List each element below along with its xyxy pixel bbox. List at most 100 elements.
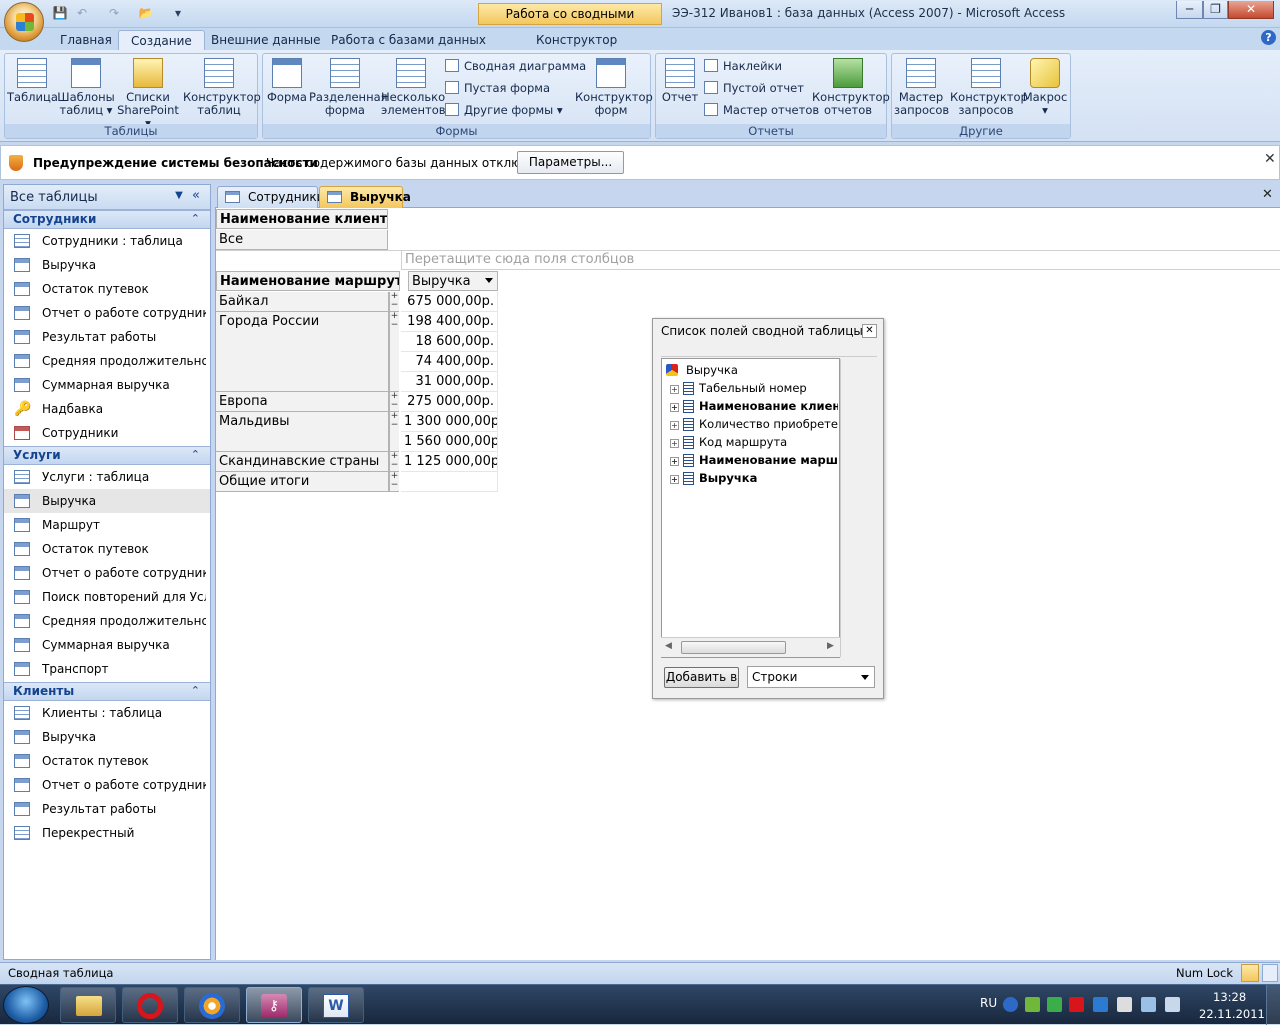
nav-item[interactable]: Поиск повторений для Услуги [4,585,210,609]
form-button[interactable]: Форма [265,56,309,104]
pivot-row-label[interactable]: Скандинавские страны [216,452,389,472]
nav-item[interactable]: Перекрестный [4,821,210,845]
nav-item[interactable]: Сотрудники : таблица [4,229,210,253]
language-indicator[interactable]: RU [980,996,997,1010]
nav-item[interactable]: Выручка [4,489,210,513]
security-bar-close-icon[interactable]: ✕ [1264,151,1276,167]
nav-item[interactable]: Средняя продолжительност... [4,349,210,373]
office-button[interactable] [4,2,44,42]
nav-item[interactable]: Транспорт [4,657,210,681]
nav-item[interactable]: Суммарная выручка [4,633,210,657]
word-taskbar-button[interactable]: W [308,987,364,1023]
power-tray-icon[interactable] [1141,997,1156,1012]
expand-collapse-icon[interactable]: + − [389,412,399,452]
blank-report-button[interactable]: Пустой отчет [704,78,804,98]
antivirus-tray-icon[interactable] [1069,997,1084,1012]
pivot-value-cell[interactable]: 275 000,00р. [401,392,498,412]
pivot-value-cell[interactable]: 198 400,00р. [401,312,498,332]
pivot-value-cell[interactable]: 675 000,00р. [401,292,498,312]
nav-item[interactable]: Отчет о работе сотрудника [4,773,210,797]
redo-icon[interactable]: ↷ [106,5,122,21]
data-field-header[interactable]: Выручка [408,271,498,291]
keyboard-tray-icon[interactable] [1025,997,1040,1012]
scroll-thumb[interactable] [681,641,786,654]
scroll-left-icon[interactable]: ◀ [665,641,672,651]
pivot-row-label[interactable]: Города России [216,312,389,392]
nav-item[interactable]: Выручка [4,253,210,277]
nav-item[interactable]: Результат работы [4,325,210,349]
pivot-row-label[interactable]: Мальдивы [216,412,389,452]
pivot-value-cell[interactable]: 18 600,00р. [401,332,498,352]
tab-external-data[interactable]: Внешние данные [199,30,332,50]
report-button[interactable]: Отчет [658,56,702,104]
nav-item[interactable]: Отчет о работе сотрудника [4,301,210,325]
nav-item[interactable]: 🔑 Надбавка [4,397,210,421]
nav-item[interactable]: Остаток путевок [4,277,210,301]
save-icon[interactable]: 💾 [52,5,68,21]
pivot-value-cell[interactable]: 74 400,00р. [401,352,498,372]
nav-group-employees[interactable]: Сотрудники ⌃ [4,210,210,229]
row-field-header[interactable]: Наименование маршрута [216,271,400,291]
pivot-row-label[interactable]: Общие итоги [216,472,389,492]
labels-button[interactable]: Наклейки [704,56,782,76]
pivot-row-label[interactable]: Европа [216,392,389,412]
tab-create[interactable]: Создание [118,30,205,50]
field-list-item[interactable]: +Наименование клиента [670,397,838,415]
collapse-chevron-icon[interactable]: ⌃ [191,448,200,461]
chart-view-icon[interactable] [1262,964,1278,982]
customize-qat-icon[interactable]: ▾ [170,5,186,21]
split-form-button[interactable]: Разделенная форма [309,56,388,117]
field-list-vscroll[interactable] [840,359,841,657]
expand-plus-icon[interactable]: + [670,457,679,466]
field-list-item[interactable]: + Код маршрута [670,433,838,451]
opera-taskbar-button[interactable] [122,987,178,1023]
undo-icon[interactable]: ↶ [74,5,90,21]
other-forms-button[interactable]: Другие формы ▾ [445,100,563,120]
table-designer-button[interactable]: Конструктор таблиц [183,56,261,117]
nav-pane-header[interactable]: Все таблицы ▼ « [4,185,210,210]
field-list-close-icon[interactable]: ✕ [862,324,877,338]
expand-collapse-icon[interactable]: + − [389,472,399,492]
report-designer-button[interactable]: Конструктор отчетов [812,56,890,117]
filter-field-header[interactable]: Наименование клиента [216,209,388,229]
sharepoint-lists-button[interactable]: Списки SharePoint ▾ [115,56,181,130]
expand-plus-icon[interactable]: + [670,439,679,448]
nav-item[interactable]: Остаток путевок [4,537,210,561]
nav-item[interactable]: Услуги : таблица [4,465,210,489]
expand-collapse-icon[interactable]: + − [389,312,399,392]
expand-collapse-icon[interactable]: + − [389,392,399,412]
expand-plus-icon[interactable]: + [670,385,679,394]
nav-item[interactable]: Остаток путевок [4,749,210,773]
nav-item[interactable]: Выручка [4,725,210,749]
nav-item[interactable]: Сотрудники [4,421,210,445]
field-list-item[interactable]: + Количество приобретенн [670,415,838,433]
table-templates-button[interactable]: Шаблоны таблиц ▾ [57,56,115,117]
open-folder-icon[interactable]: 📂 [138,5,154,21]
start-button[interactable] [3,986,49,1024]
close-button[interactable]: ✕ [1228,1,1274,19]
security-options-button[interactable]: Параметры... [517,151,624,174]
table-button[interactable]: Таблица [7,56,58,104]
browser-taskbar-button[interactable] [184,987,240,1023]
nav-item[interactable]: Суммарная выручка [4,373,210,397]
pivot-value-cell[interactable]: 1 300 000,00р. [401,412,498,432]
doc-tab-revenue[interactable]: Выручка [319,186,411,208]
pivot-row-label[interactable]: Байкал [216,292,389,312]
nav-item[interactable]: Результат работы [4,797,210,821]
nav-item[interactable]: Маршрут [4,513,210,537]
restore-button[interactable]: ❐ [1203,1,1228,19]
nav-collapse-icon[interactable]: « [192,188,200,203]
collapse-chevron-icon[interactable]: ⌃ [191,684,200,697]
tab-home[interactable]: Главная [48,30,124,50]
document-close-icon[interactable]: ✕ [1262,187,1273,202]
tab-designer[interactable]: Конструктор [524,30,629,50]
report-wizard-button[interactable]: Мастер отчетов [704,100,819,120]
pivot-value-cell[interactable]: 1 560 000,00р. [401,432,498,452]
doc-tab-employees[interactable]: Сотрудники [217,186,324,208]
expand-plus-icon[interactable]: + [670,403,679,412]
show-desktop-button[interactable] [1266,985,1280,1025]
expand-collapse-icon[interactable]: + − [389,452,399,472]
nav-item[interactable]: Клиенты : таблица [4,701,210,725]
collapse-chevron-icon[interactable]: ⌃ [191,212,200,225]
access-taskbar-button[interactable]: ⚷ [246,987,302,1023]
